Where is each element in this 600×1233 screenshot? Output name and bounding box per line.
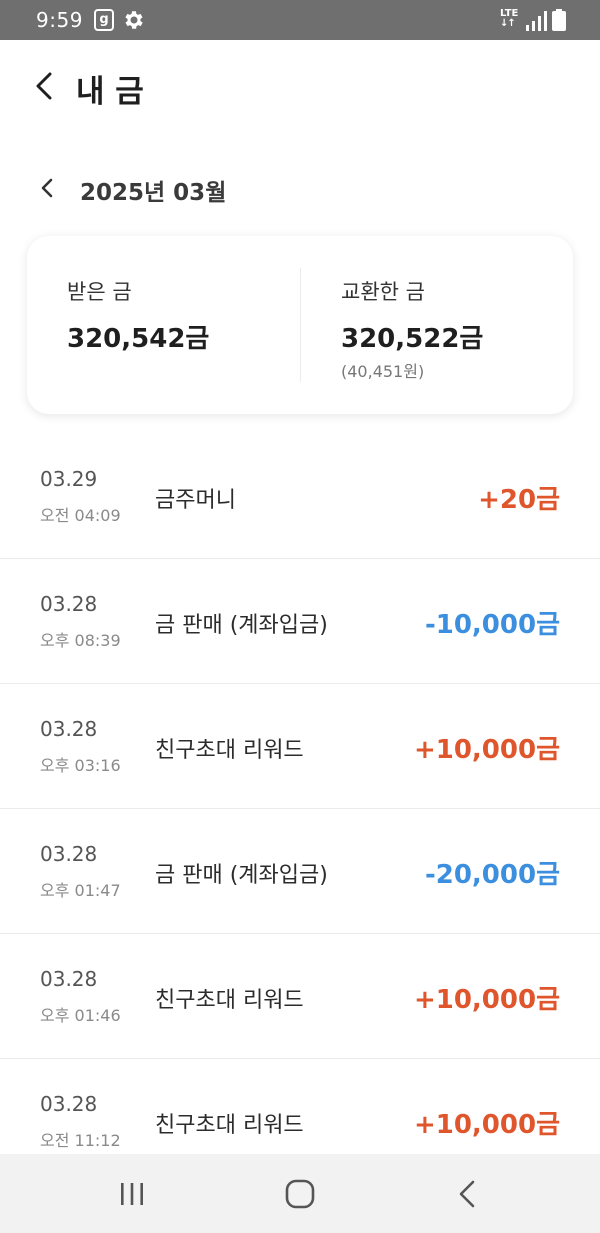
transaction-date: 03.28 [40, 592, 98, 616]
received-label: 받은 금 [67, 280, 132, 304]
transaction-row[interactable]: 03.28 오전 11:12 친구초대 리워드 +10,000금 [0, 1059, 600, 1154]
transaction-amount: +10,000금 [413, 735, 560, 765]
battery-icon [552, 9, 566, 31]
transaction-amount: +10,000금 [413, 1110, 560, 1140]
transaction-time: 오후 01:47 [40, 881, 121, 900]
transaction-row[interactable]: 03.28 오후 03:16 친구초대 리워드 +10,000금 [0, 684, 600, 809]
exchanged-value: 320,522금 [341, 324, 484, 354]
recent-apps-icon[interactable] [110, 1172, 154, 1216]
network-arrows: ↓↑ [500, 18, 516, 29]
summary-card: 받은 금 320,542금 교환한 금 320,522금 (40,451원) [27, 236, 573, 414]
transaction-description: 친구초대 리워드 [155, 1113, 304, 1138]
transaction-list: 03.29 오전 04:09 금주머니 +20금 03.28 오후 08:39 … [0, 434, 600, 1154]
month-label: 2025년 03월 [80, 180, 227, 206]
transaction-date: 03.28 [40, 967, 98, 991]
transaction-date: 03.28 [40, 842, 98, 866]
transaction-description: 금 판매 (계좌입금) [155, 863, 328, 888]
header: 내 금 [0, 40, 600, 134]
transaction-time: 오후 03:16 [40, 756, 121, 775]
summary-divider [300, 268, 301, 382]
month-selector: 2025년 03월 [0, 160, 600, 216]
transaction-description: 친구초대 리워드 [155, 738, 304, 763]
transaction-time: 오후 08:39 [40, 631, 121, 650]
transaction-amount: +10,000금 [413, 985, 560, 1015]
transaction-amount: +20금 [478, 485, 560, 515]
back-icon[interactable] [446, 1172, 490, 1216]
network-indicator: LTE ↓↑ [500, 9, 518, 29]
transaction-time: 오후 01:46 [40, 1006, 121, 1025]
transaction-row[interactable]: 03.28 오후 01:47 금 판매 (계좌입금) -20,000금 [0, 809, 600, 934]
transaction-row[interactable]: 03.28 오후 08:39 금 판매 (계좌입금) -10,000금 [0, 559, 600, 684]
transaction-amount: -20,000금 [424, 860, 560, 890]
transaction-description: 금주머니 [155, 488, 236, 513]
transaction-time: 오전 04:09 [40, 506, 121, 525]
transaction-description: 친구초대 리워드 [155, 988, 304, 1013]
back-button[interactable] [30, 68, 60, 104]
transaction-amount: -10,000금 [424, 610, 560, 640]
signal-icon [526, 11, 547, 31]
home-icon[interactable] [278, 1172, 322, 1216]
transaction-time: 오전 11:12 [40, 1131, 121, 1150]
exchanged-label: 교환한 금 [341, 280, 425, 304]
status-time: 9:59 [36, 8, 83, 32]
transaction-row[interactable]: 03.29 오전 04:09 금주머니 +20금 [0, 434, 600, 559]
transaction-row[interactable]: 03.28 오후 01:46 친구초대 리워드 +10,000금 [0, 934, 600, 1059]
status-bar: 9:59 g LTE ↓↑ [0, 0, 600, 40]
exchanged-won-value: (40,451원) [341, 362, 425, 381]
page-title: 내 금 [76, 74, 144, 110]
gear-icon [125, 11, 143, 29]
transaction-date: 03.29 [40, 467, 98, 491]
system-nav-bar [0, 1154, 600, 1233]
transaction-date: 03.28 [40, 1092, 98, 1116]
app-notification-icon: g [94, 9, 114, 31]
transaction-date: 03.28 [40, 717, 98, 741]
received-value: 320,542금 [67, 324, 210, 354]
prev-month-button[interactable] [36, 176, 58, 200]
transaction-description: 금 판매 (계좌입금) [155, 613, 328, 638]
